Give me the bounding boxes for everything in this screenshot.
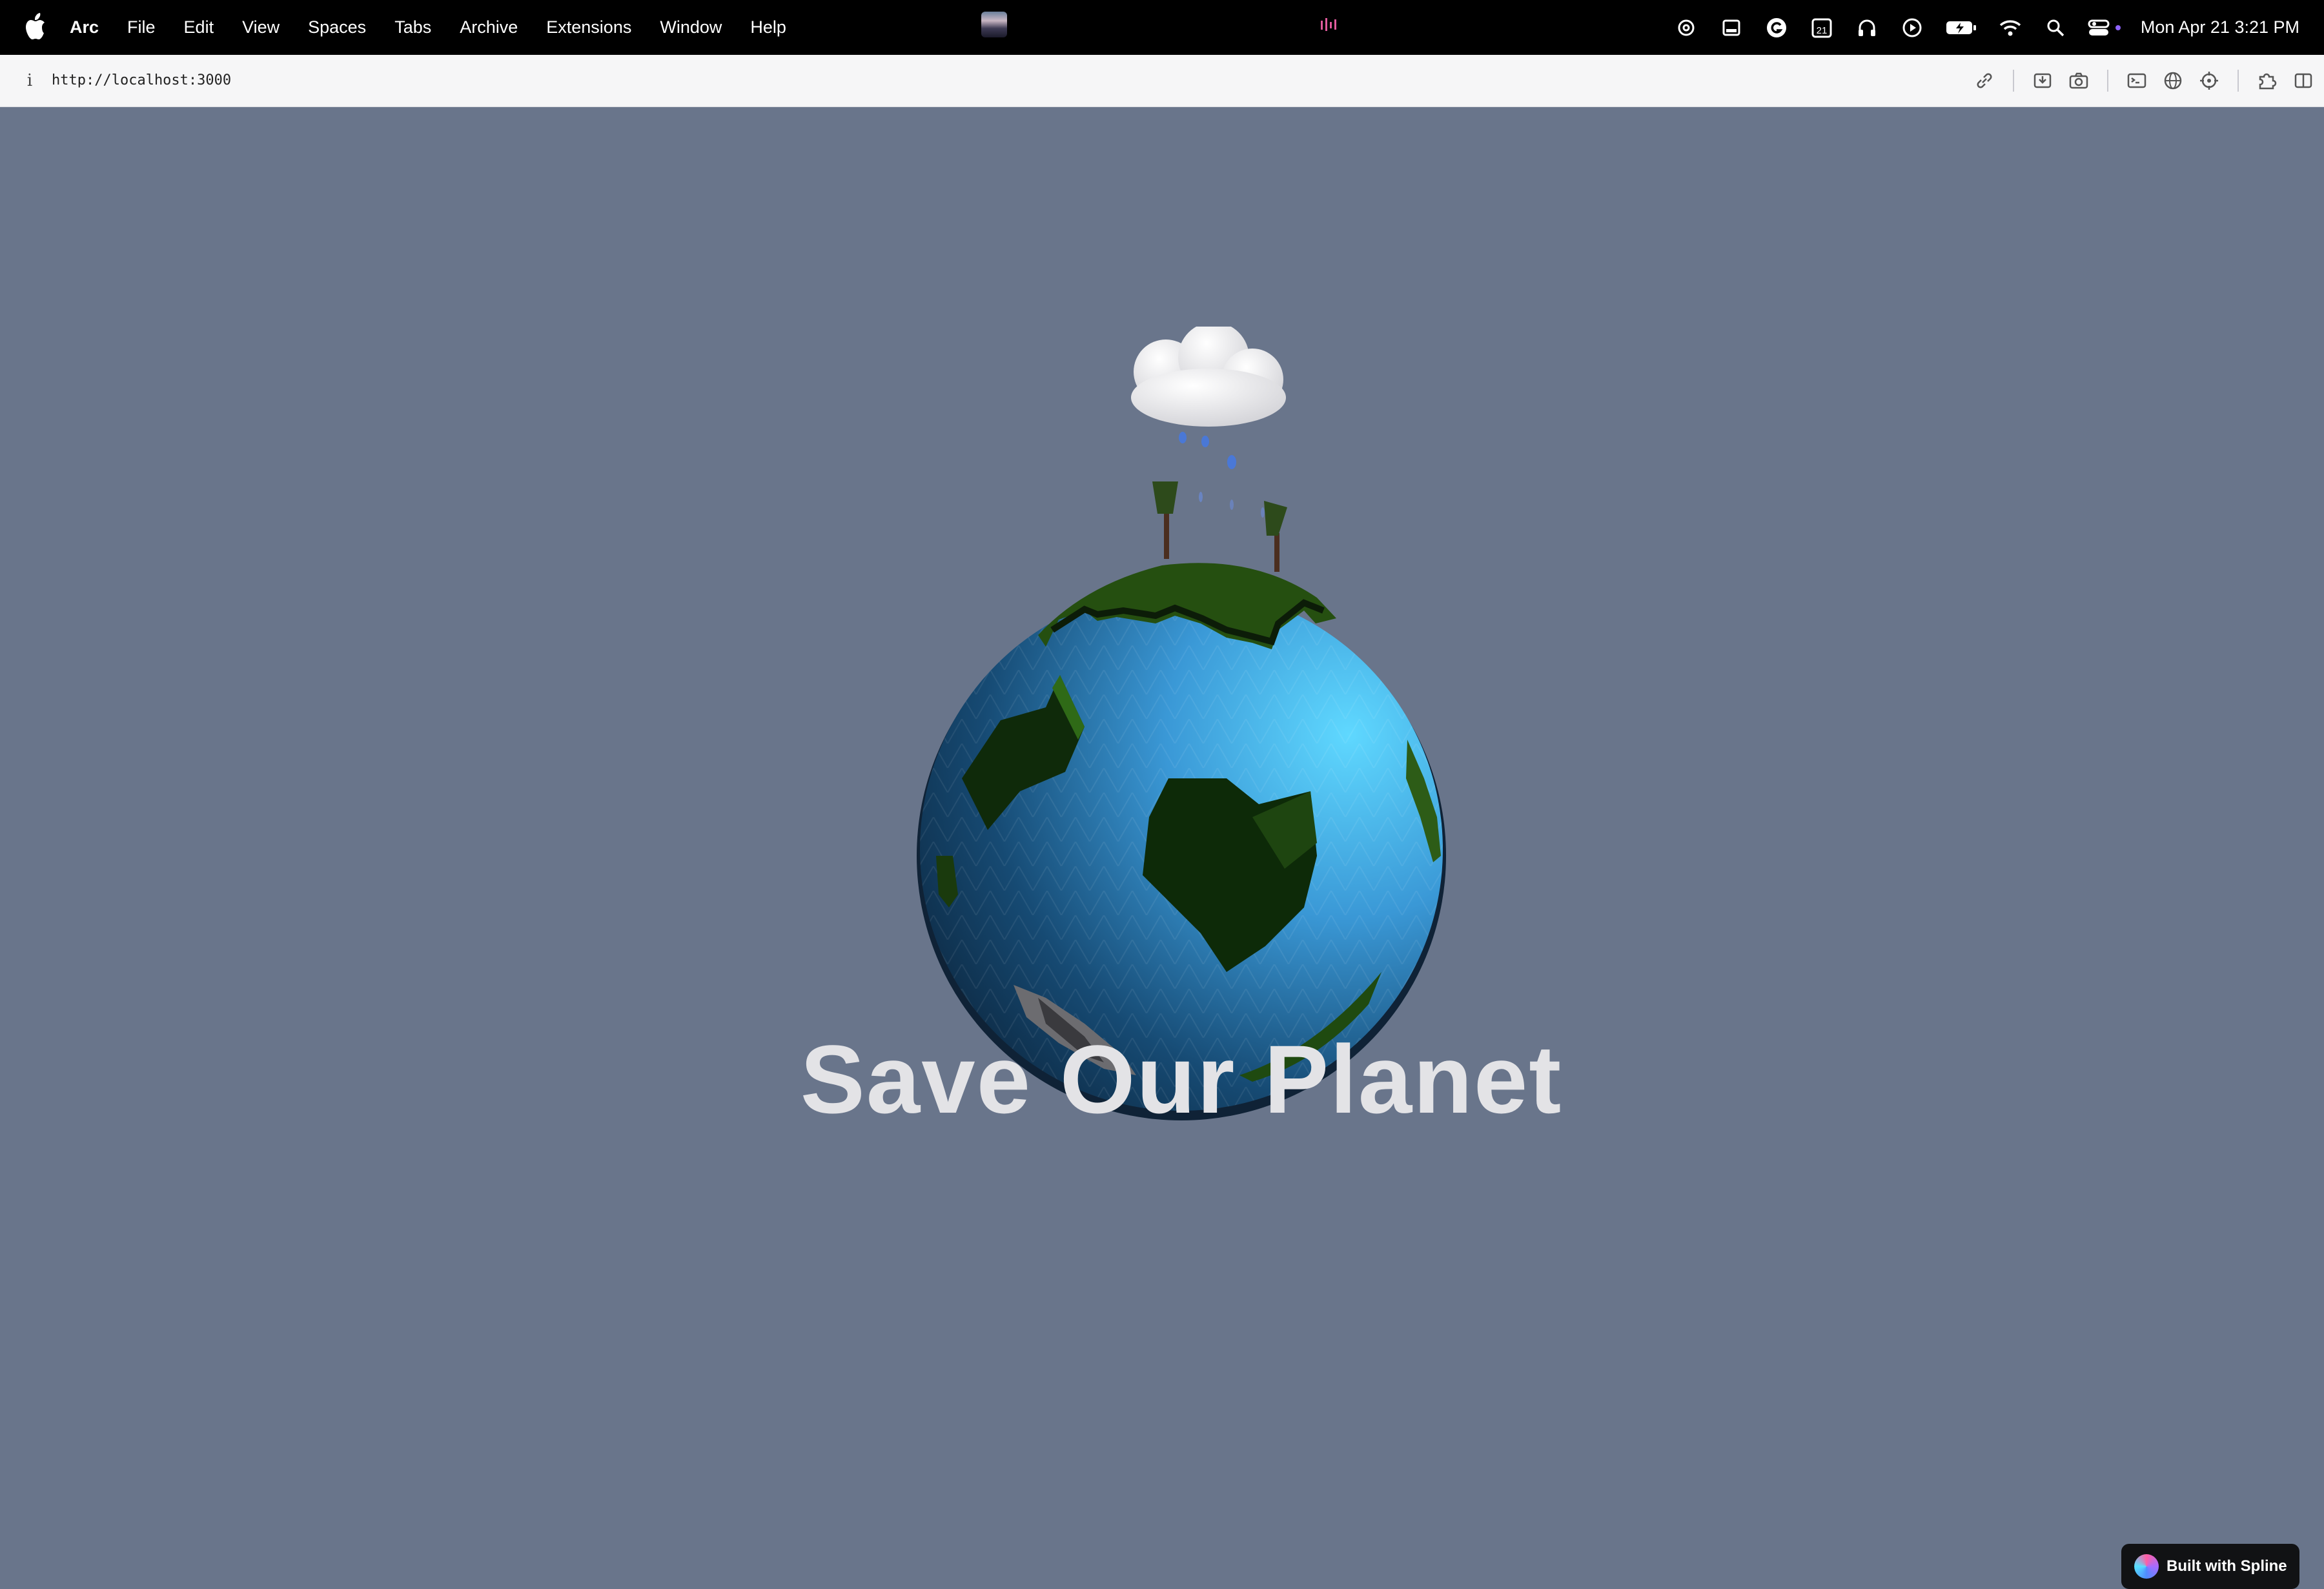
target-icon[interactable] [2195,66,2223,95]
menu-edit[interactable]: Edit [184,17,214,37]
menubar-clock[interactable]: Mon Apr 21 3:21 PM [2141,0,2299,55]
globe-icon[interactable] [2159,66,2187,95]
menu-window[interactable]: Window [660,17,722,37]
link-icon[interactable] [1970,66,1999,95]
terminal-icon[interactable] [2123,66,2151,95]
search-icon[interactable] [2043,15,2068,41]
menu-file[interactable]: File [127,17,156,37]
menu-app-name[interactable]: Arc [70,17,99,37]
menu-extensions[interactable]: Extensions [546,17,631,37]
status-icons: 21 [1673,0,2142,55]
toolbar-tools [1962,55,2318,106]
grammarly-icon[interactable] [1764,15,1789,41]
toolbar-divider [2107,70,2108,92]
menu-view[interactable]: View [242,17,280,37]
calendar-day-text: 21 [1817,25,1828,36]
play-icon[interactable] [1899,15,1925,41]
site-info-icon[interactable]: i [23,68,36,94]
spline-logo-icon [2134,1554,2159,1579]
screen-icon[interactable] [1718,15,1744,41]
apple-icon[interactable] [25,13,46,40]
openai-icon[interactable] [1673,15,1699,41]
menu-spaces[interactable]: Spaces [308,17,366,37]
menu-tabs[interactable]: Tabs [394,17,431,37]
page-headline: Save Our Planet [800,1025,1563,1133]
now-playing-thumbnail[interactable] [981,12,1007,37]
camera-icon[interactable] [2064,66,2093,95]
capture-icon[interactable] [2028,66,2057,95]
menu-bar: Arc File Edit View Spaces Tabs Archive E… [0,0,2324,55]
menu-list: Arc File Edit View Spaces Tabs Archive E… [70,0,815,55]
calendar-icon[interactable]: 21 [1809,15,1835,41]
badge-label: Built with Spline [2166,1557,2287,1575]
toolbar-divider [2237,70,2239,92]
control-center-icon[interactable] [2088,15,2123,41]
built-with-spline-badge[interactable]: Built with Spline [2121,1544,2299,1589]
headphones-icon[interactable] [1854,15,1880,41]
url-field[interactable]: http://localhost:3000 [52,55,231,106]
menu-help[interactable]: Help [750,17,786,37]
trees [1152,481,1287,572]
menu-archive[interactable]: Archive [460,17,518,37]
spline-scene[interactable]: Save Our Planet Built with Spline [0,107,2324,1589]
browser-toolbar: i http://localhost:3000 [0,55,2324,107]
split-view-icon[interactable] [2289,66,2318,95]
battery-icon[interactable] [1944,15,1978,41]
audio-bars-icon[interactable] [1320,17,1339,32]
toolbar-divider [2013,70,2014,92]
wifi-icon[interactable] [1997,15,2023,41]
extensions-icon[interactable] [2253,66,2281,95]
